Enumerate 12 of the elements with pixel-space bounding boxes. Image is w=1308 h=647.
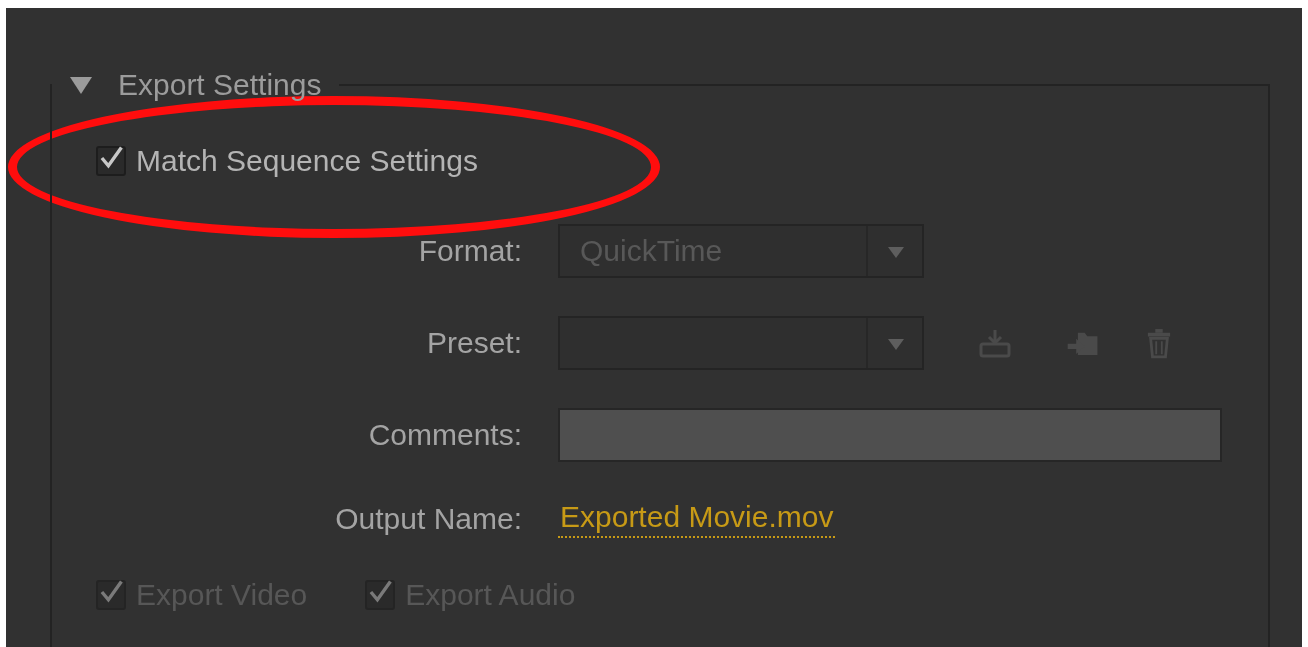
- comments-field[interactable]: [558, 408, 1222, 462]
- disclosure-triangle-icon[interactable]: [70, 76, 92, 94]
- field-label: Format:: [417, 234, 522, 268]
- save-preset-icon[interactable]: [978, 327, 1012, 359]
- output-name-link[interactable]: Exported Movie.mov: [558, 500, 836, 538]
- field-label: Comments:: [367, 418, 522, 452]
- checkbox[interactable]: [96, 146, 126, 176]
- section-title: Export Settings: [118, 68, 322, 102]
- field-label: Output Name:: [334, 502, 522, 536]
- checkbox-label: Match Sequence Settings: [136, 144, 478, 178]
- delete-icon[interactable]: [1146, 327, 1172, 359]
- field-label: Preset:: [425, 326, 522, 360]
